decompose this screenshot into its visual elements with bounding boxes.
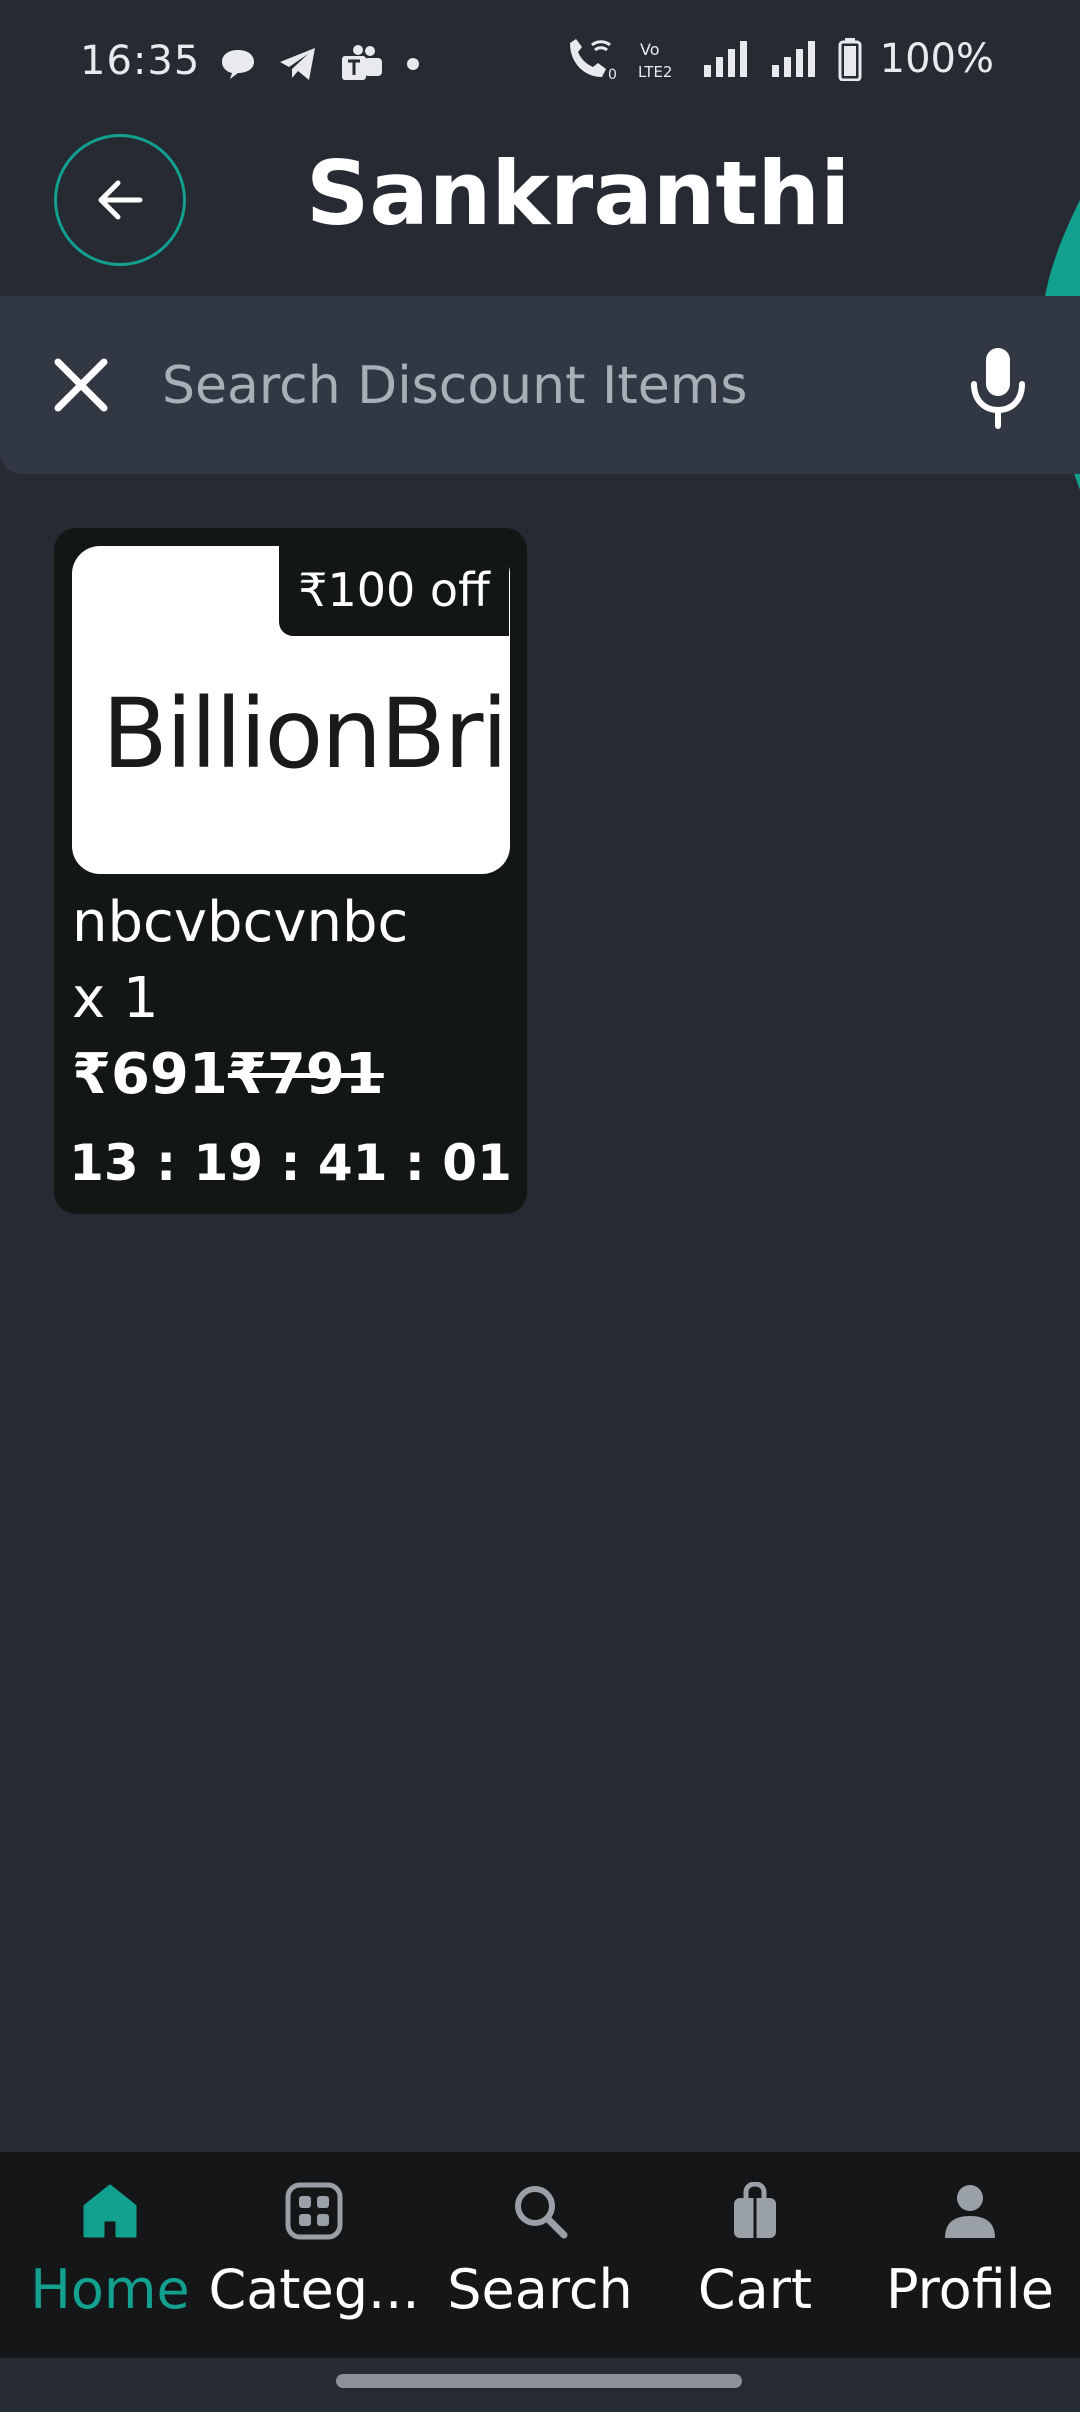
status-time: 16:35 — [80, 38, 201, 84]
product-card[interactable]: BillionBrig ₹100 off nbcvbcvnbc x 1 ₹691… — [54, 528, 527, 1214]
person-icon — [945, 2185, 995, 2238]
nav-item-profile[interactable]: Profile — [870, 2152, 1070, 2358]
page-title: Sankranthi — [306, 142, 851, 245]
chat-bubble-icon — [222, 50, 254, 79]
nav-item-categories[interactable]: Categ... — [209, 2152, 419, 2358]
price-row: ₹691 ₹791 — [72, 1042, 384, 1107]
nav-item-search[interactable]: Search — [440, 2152, 640, 2358]
volte-icon: Vo LTE2 — [638, 40, 672, 81]
search-bar — [0, 296, 1080, 474]
teams-icon — [342, 45, 382, 80]
signal-icon — [771, 41, 815, 77]
battery-percentage: 100% — [879, 36, 994, 82]
discount-badge: ₹100 off — [279, 544, 509, 636]
dot-icon — [407, 58, 419, 70]
svg-text:Vo: Vo — [640, 40, 660, 59]
search-input[interactable] — [162, 346, 922, 426]
product-quantity: x 1 — [72, 966, 159, 1031]
grid-icon — [285, 2182, 343, 2240]
microphone-icon[interactable] — [966, 344, 1030, 430]
close-icon[interactable] — [50, 354, 112, 416]
shopping-bag-icon — [734, 2182, 776, 2238]
wifi-call-icon: 0 — [569, 39, 617, 81]
nav-label-cart: Cart — [697, 2258, 813, 2321]
nav-label-categories: Categ... — [208, 2258, 420, 2321]
nav-label-home: Home — [30, 2258, 190, 2321]
countdown-timer: 13 : 19 : 41 : 01 — [69, 1134, 512, 1192]
bottom-navigation: Home Categ... Search Cart Profile — [0, 2152, 1080, 2358]
svg-text:LTE2: LTE2 — [638, 63, 672, 81]
nav-label-profile: Profile — [886, 2258, 1054, 2321]
svg-text:0: 0 — [608, 67, 617, 81]
search-icon — [515, 2186, 568, 2239]
system-status: 0 Vo LTE2 100% — [564, 36, 994, 82]
telegram-icon — [280, 48, 315, 80]
arrow-left-icon — [98, 180, 143, 220]
signal-icon — [703, 41, 747, 77]
nav-item-cart[interactable]: Cart — [665, 2152, 845, 2358]
home-indicator[interactable] — [336, 2374, 742, 2388]
home-icon — [83, 2184, 137, 2238]
status-bar: 16:35 0 Vo LTE2 100% — [0, 0, 1080, 120]
sale-price: ₹691 — [72, 1042, 228, 1107]
battery-icon — [838, 38, 862, 81]
back-button[interactable] — [54, 134, 186, 266]
nav-label-search: Search — [447, 2258, 633, 2321]
product-name: nbcvbcvnbc — [72, 890, 409, 955]
notification-icons — [220, 42, 420, 86]
nav-item-home[interactable]: Home — [20, 2152, 200, 2358]
product-image-text: BillionBrig — [102, 678, 510, 790]
original-price: ₹791 — [227, 1042, 384, 1107]
